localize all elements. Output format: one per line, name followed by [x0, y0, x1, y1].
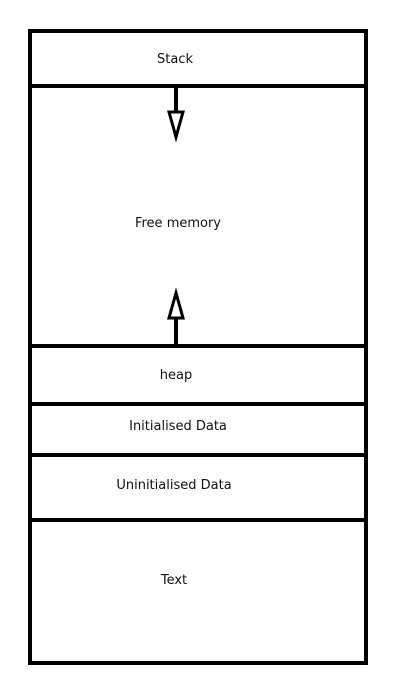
segment-label-free-memory: Free memory	[135, 216, 221, 231]
segment-label-initialised-data: Initialised Data	[129, 419, 227, 434]
segment-label-stack: Stack	[157, 52, 193, 67]
memory-layout-diagram: Stack Free memory heap Initialised Data …	[28, 29, 368, 665]
segment-label-text: Text	[160, 573, 187, 588]
segment-label-uninitialised-data: Uninitialised Data	[116, 478, 231, 493]
segment-label-heap: heap	[160, 368, 192, 383]
